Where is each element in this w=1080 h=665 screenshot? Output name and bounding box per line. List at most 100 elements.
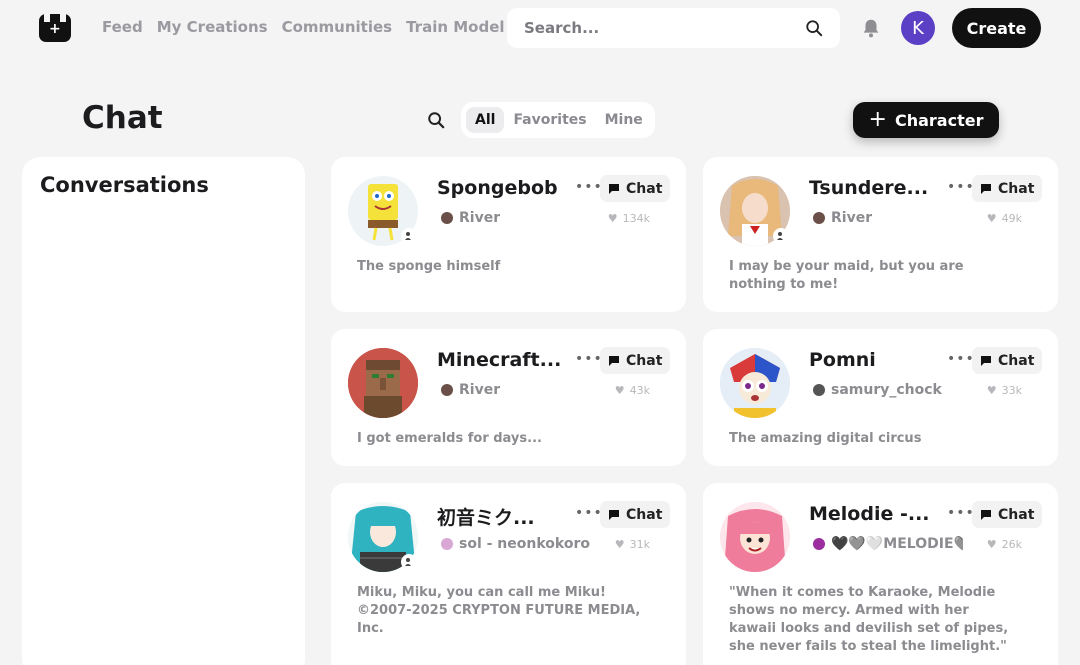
search-bar [507,8,840,48]
filter-tabs: All Favorites Mine [461,102,655,138]
likes-count: ♥ 33k [987,384,1022,397]
creator-name: River [831,210,873,226]
likes-value: 43k [629,384,650,397]
more-options-icon[interactable]: ••• [947,351,975,367]
character-card[interactable]: Melodie -... ••• Chat 🖤🩶🤍MELODIE🩶... ♥ 26… [703,483,1058,665]
tab-mine[interactable]: Mine [596,107,652,133]
plus-icon: + [868,107,887,132]
creator-info[interactable]: sol - neonkokoro [441,536,590,552]
user-avatar[interactable]: K [901,11,935,45]
voice-icon [401,554,417,570]
logo-icon[interactable]: + [39,14,71,42]
more-options-icon[interactable]: ••• [947,179,975,195]
character-card[interactable]: Spongebob ••• Chat River ♥ 134k The spong… [331,157,686,312]
chat-icon [609,509,619,520]
heart-icon: ♥ [607,212,618,225]
more-options-icon[interactable]: ••• [947,505,975,521]
chat-icon [609,183,619,194]
bell-icon[interactable] [860,17,882,39]
creator-info[interactable]: samury_chock [813,382,942,398]
conversations-title: Conversations [40,173,209,197]
more-options-icon[interactable]: ••• [575,505,603,521]
search-icon[interactable] [805,19,823,37]
heart-icon: ♥ [986,212,997,225]
creator-avatar [813,538,825,550]
creator-avatar [813,384,825,396]
nav-train-model[interactable]: Train Model [406,18,504,36]
chat-button[interactable]: Chat [972,347,1043,374]
tab-favorites[interactable]: Favorites [504,107,595,133]
creator-info[interactable]: River [441,210,500,226]
likes-count: ♥ 49k [987,212,1022,225]
tab-all[interactable]: All [466,107,505,133]
creator-name: 🖤🩶🤍MELODIE🩶... [831,536,963,552]
character-description: The amazing digital circus [729,431,922,446]
chat-icon [609,355,619,366]
likes-count: ♥ 43k [615,384,650,397]
chat-label: Chat [998,352,1035,369]
character-avatar [348,348,418,418]
likes-value: 33k [1001,384,1022,397]
character-description: I got emeralds for days... [357,431,542,446]
chat-button[interactable]: Chat [600,347,671,374]
chat-button[interactable]: Chat [600,175,671,202]
chat-icon [981,183,991,194]
creator-avatar [441,212,453,224]
creator-avatar [441,538,453,550]
chat-button[interactable]: Chat [600,501,671,528]
likes-value: 31k [629,538,650,551]
character-card[interactable]: Minecraft... ••• Chat River ♥ 43k I got e… [331,329,686,466]
nav-communities[interactable]: Communities [282,18,393,36]
creator-avatar [813,212,825,224]
more-options-icon[interactable]: ••• [575,179,603,195]
nav-links: Feed My Creations Communities Train Mode… [102,18,505,36]
top-navbar: + Feed My Creations Communities Train Mo… [0,0,1080,56]
creator-info[interactable]: River [813,210,872,226]
character-name: Melodie -... [809,503,930,525]
character-card[interactable]: 初音ミク... ••• Chat sol - neonkokoro ♥ 31k M… [331,483,686,665]
character-avatar [720,348,790,418]
nav-feed[interactable]: Feed [102,18,143,36]
nav-my-creations[interactable]: My Creations [157,18,268,36]
creator-info[interactable]: River [441,382,500,398]
creator-name: samury_chock [831,382,942,398]
chat-label: Chat [626,352,663,369]
character-name: 初音ミク... [437,507,535,529]
character-avatar [720,502,790,572]
creator-name: sol - neonkokoro [459,536,590,552]
character-description: Miku, Miku, you can call me Miku! ©2007-… [357,585,641,636]
chat-label: Chat [998,180,1035,197]
likes-count: ♥ 26k [987,538,1022,551]
chat-label: Chat [626,180,663,197]
chat-icon [981,355,991,366]
character-name: Tsundere... [809,177,929,199]
character-card[interactable]: Tsundere... ••• Chat River ♥ 49k I may be… [703,157,1058,312]
character-description: I may be your maid, but you are nothing … [729,259,964,292]
chat-label: Chat [626,506,663,523]
voice-icon [773,228,789,244]
chat-button[interactable]: Chat [972,175,1043,202]
filter-search-icon[interactable] [427,111,445,129]
character-card[interactable]: Pomni ••• Chat samury_chock ♥ 33k The ama… [703,329,1058,466]
character-description: "When it comes to Karaoke, Melodie shows… [729,585,1009,654]
voice-icon [401,228,417,244]
chat-button[interactable]: Chat [972,501,1043,528]
more-options-icon[interactable]: ••• [575,351,603,367]
search-input[interactable] [524,19,805,37]
likes-value: 49k [1001,212,1022,225]
character-description: The sponge himself [357,259,501,274]
create-character-button[interactable]: + Character [853,102,999,138]
likes-value: 26k [1001,538,1022,551]
creator-info[interactable]: 🖤🩶🤍MELODIE🩶... [813,536,963,552]
likes-count: ♥ 31k [615,538,650,551]
create-button[interactable]: Create [952,8,1041,48]
heart-icon: ♥ [986,538,997,551]
chat-icon [981,509,991,520]
likes-value: 134k [622,212,650,225]
character-name: Pomni [809,349,876,371]
page-title: Chat [82,100,163,136]
likes-count: ♥ 134k [608,212,650,225]
chat-label: Chat [998,506,1035,523]
heart-icon: ♥ [986,384,997,397]
heart-icon: ♥ [614,538,625,551]
